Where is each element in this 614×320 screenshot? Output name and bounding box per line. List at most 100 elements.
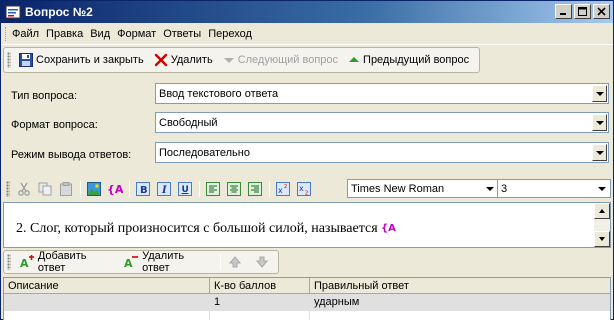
clipboard-icon <box>60 182 72 196</box>
toolbar-separator <box>220 254 221 270</box>
bold-button[interactable]: B <box>133 179 153 199</box>
move-down-button[interactable] <box>251 253 276 271</box>
insert-field-button[interactable]: {A} <box>105 179 125 199</box>
grid-header: Описание К-во баллов Правильный ответ <box>4 278 610 294</box>
italic-button[interactable]: I <box>154 179 174 199</box>
question-editor[interactable]: 2. Слог, который произносится с большой … <box>3 202 611 248</box>
chevron-down-icon[interactable] <box>598 187 606 191</box>
cut-button[interactable] <box>14 179 34 199</box>
prev-question-label: Предыдущий вопрос <box>363 54 470 66</box>
scissors-icon <box>18 182 30 196</box>
remove-answer-icon: A <box>124 256 139 269</box>
main-toolbar: Сохранить и закрыть Удалить Следующий во… <box>3 47 481 73</box>
chevron-down-icon[interactable] <box>592 144 607 161</box>
remove-answer-button[interactable]: A Удалить ответ <box>119 248 215 276</box>
question-text: 2. Слог, который произносится с большой … <box>16 221 378 236</box>
subscript-button[interactable]: x 2 <box>294 179 314 199</box>
arrow-up-icon <box>349 57 360 62</box>
font-size-select[interactable]: 3 <box>497 179 611 198</box>
question-window: Вопрос №2 Файл Правка Вид Формат Ответы … <box>0 0 614 320</box>
editor-toolbar: {A} B I U <box>3 178 611 200</box>
svg-text:I: I <box>161 185 167 196</box>
app-icon <box>5 5 21 19</box>
column-header-correct-answer[interactable]: Правильный ответ <box>310 278 610 293</box>
scroll-down-button[interactable] <box>594 231 610 247</box>
underline-button[interactable]: U <box>175 179 195 199</box>
prev-question-button[interactable]: Предыдущий вопрос <box>344 52 473 68</box>
underline-icon: U <box>178 182 192 196</box>
align-center-icon <box>227 182 241 196</box>
menu-answers[interactable]: Ответы <box>163 26 206 42</box>
answers-toolbar: A Добавить ответ A Удалить ответ <box>3 250 279 274</box>
question-text-line[interactable]: 2. Слог, который произносится с большой … <box>16 221 403 237</box>
svg-text:{A}: {A} <box>381 223 397 233</box>
toolbar-separator <box>269 181 270 197</box>
answers-toolbar-grip[interactable] <box>7 254 11 270</box>
font-size-value: 3 <box>501 182 508 195</box>
title-bar[interactable]: Вопрос №2 <box>1 1 613 23</box>
cell-points[interactable]: 1 <box>210 294 310 310</box>
add-answer-icon: A <box>20 255 34 269</box>
answer-mode-value: Последовательно <box>159 146 250 159</box>
editor-scrollbar[interactable] <box>594 203 610 247</box>
toolbar-separator <box>80 181 81 197</box>
menu-view[interactable]: Вид <box>90 26 115 42</box>
menu-bar: Файл Правка Вид Формат Ответы Переход <box>1 23 613 45</box>
align-left-button[interactable] <box>203 179 223 199</box>
next-question-button[interactable]: Следующий вопрос <box>219 52 342 68</box>
table-row-empty[interactable] <box>4 311 610 320</box>
menu-file[interactable]: Файл <box>12 26 44 42</box>
editor-toolbar-grip[interactable] <box>6 181 10 197</box>
cell-empty[interactable] <box>210 311 310 320</box>
answer-mode-select[interactable]: Последовательно <box>155 142 609 163</box>
cell-empty[interactable] <box>4 311 210 320</box>
maximize-button[interactable] <box>574 4 591 19</box>
toolbar-grip[interactable] <box>7 52 11 68</box>
superscript-button[interactable]: x 2 <box>273 179 293 199</box>
add-answer-button[interactable]: A Добавить ответ <box>15 248 117 276</box>
column-header-points[interactable]: К-во баллов <box>210 278 310 293</box>
field-a-icon[interactable]: {A} <box>381 221 403 234</box>
column-header-description[interactable]: Описание <box>4 278 210 293</box>
delete-x-icon <box>154 53 167 67</box>
field-a-icon: {A} <box>107 183 123 196</box>
chevron-down-icon[interactable] <box>486 187 494 191</box>
question-type-value: Ввод текстового ответа <box>159 87 279 100</box>
menu-format[interactable]: Формат <box>117 26 161 42</box>
svg-text:x: x <box>299 184 304 193</box>
font-family-value: Times New Roman <box>351 182 445 195</box>
svg-text:2: 2 <box>305 191 308 197</box>
align-right-button[interactable] <box>245 179 265 199</box>
question-type-select[interactable]: Ввод текстового ответа <box>155 83 609 104</box>
chevron-down-icon[interactable] <box>592 85 607 102</box>
align-center-button[interactable] <box>224 179 244 199</box>
image-icon <box>87 182 101 196</box>
floppy-disk-icon <box>19 53 33 67</box>
paste-button[interactable] <box>56 179 76 199</box>
table-row[interactable]: 1 ударным <box>4 294 610 311</box>
font-family-select[interactable]: Times New Roman <box>347 179 499 198</box>
question-format-value: Свободный <box>159 116 218 129</box>
save-close-button[interactable]: Сохранить и закрыть <box>15 51 148 69</box>
align-right-icon <box>248 182 262 196</box>
cell-empty[interactable] <box>310 311 610 320</box>
close-button[interactable] <box>593 4 610 19</box>
copy-button[interactable] <box>35 179 55 199</box>
insert-image-button[interactable] <box>84 179 104 199</box>
menu-edit[interactable]: Правка <box>46 26 88 42</box>
minimize-button[interactable] <box>555 4 572 19</box>
cell-description[interactable] <box>4 294 210 310</box>
align-left-icon <box>206 182 220 196</box>
minimize-icon <box>560 13 566 15</box>
question-format-select[interactable]: Свободный <box>155 112 609 133</box>
answers-grid: Описание К-во баллов Правильный ответ 1 … <box>3 277 611 320</box>
chevron-down-icon[interactable] <box>592 114 607 131</box>
answer-mode-label: Режим вывода ответов: <box>11 149 132 161</box>
menu-navigate[interactable]: Переход <box>208 26 257 42</box>
delete-button[interactable]: Удалить <box>150 51 217 69</box>
subscript-icon: x 2 <box>297 182 311 196</box>
move-up-button[interactable] <box>224 253 249 271</box>
arrow-down-icon <box>255 256 269 268</box>
cell-correct-answer[interactable]: ударным <box>310 294 610 310</box>
scroll-up-button[interactable] <box>594 203 610 219</box>
